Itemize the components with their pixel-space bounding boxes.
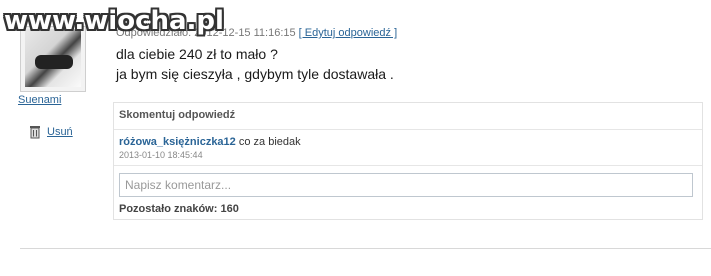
delete-action[interactable]: Usuń [29,125,73,139]
answer-line-1: dla ciebie 240 zł to mało ? [116,46,278,62]
comment-input[interactable] [119,173,693,197]
avatar-image [25,29,81,87]
divider [114,165,702,166]
answer-text: dla ciebie 240 zł to mało ? ja bym się c… [116,44,394,84]
chars-left-counter: Pozostało znaków: 160 [119,203,239,215]
comment-section-header: Skomentuj odpowiedź [119,109,236,121]
section-divider [20,248,711,249]
comment-section: Skomentuj odpowiedź różowa_księżniczka12… [113,102,703,220]
edit-answer-link[interactable]: [ Edytuj odpowiedź ] [299,27,397,39]
username-link[interactable]: Suenami [18,94,61,106]
answer-line-2: ja bym się cieszyła , gdybym tyle dostaw… [116,66,394,82]
trash-icon [30,126,40,139]
comment-text: co za biedak [235,136,301,148]
divider [114,129,702,130]
comment-date: 2013-01-10 18:45:44 [119,150,203,160]
comment-author-link[interactable]: różowa_księżniczka12 [119,136,236,148]
comment-item: różowa_księżniczka12 co za biedak [119,136,301,148]
watermark-logo: www.wiocha.pl [4,6,224,36]
delete-link[interactable]: Usuń [47,126,73,138]
